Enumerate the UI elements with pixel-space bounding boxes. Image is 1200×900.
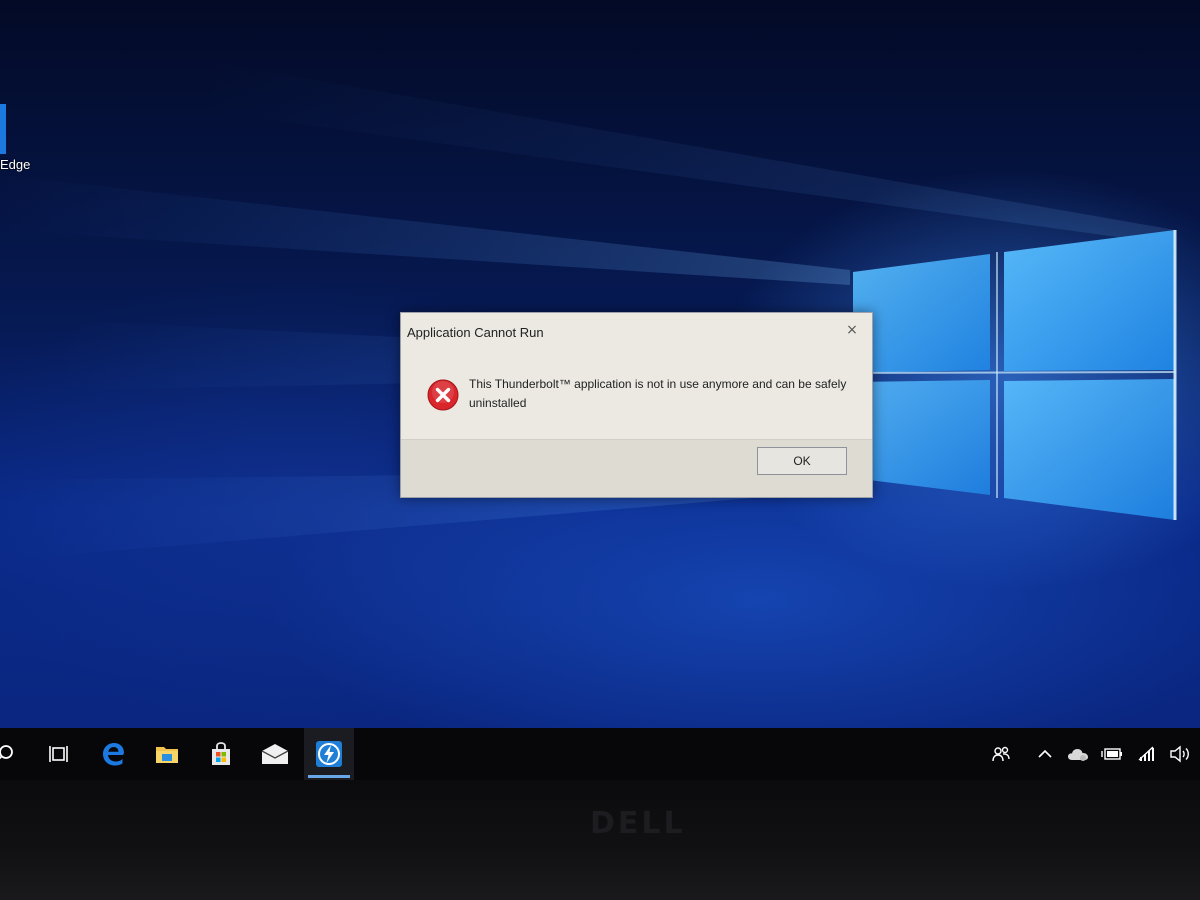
people-button[interactable] [984, 728, 1018, 780]
dialog-title: Application Cannot Run [407, 325, 544, 340]
people-icon [992, 746, 1010, 762]
screen: Edge Application Cannot Run × This Thund… [0, 0, 1200, 900]
close-button[interactable]: × [842, 320, 862, 340]
store-button[interactable] [196, 728, 246, 780]
chevron-up-icon [1038, 749, 1052, 758]
error-dialog: Application Cannot Run × This Thunderbol… [400, 312, 873, 498]
search-icon [0, 745, 13, 760]
thunderbolt-icon [316, 741, 342, 767]
ok-button[interactable]: OK [757, 447, 847, 475]
dell-logo: DELL [590, 806, 686, 841]
mail-button[interactable] [250, 728, 300, 780]
error-icon [427, 379, 459, 411]
volume-icon [1170, 745, 1189, 763]
wifi-icon [1138, 746, 1154, 761]
dialog-footer: OK [401, 439, 872, 497]
thunderbolt-taskbar-button[interactable] [304, 728, 354, 780]
laptop-bezel: DELL [0, 780, 1200, 900]
edge-taskbar-button[interactable] [88, 728, 138, 780]
network-button[interactable] [1130, 728, 1164, 780]
show-hidden-icons-button[interactable] [1028, 728, 1062, 780]
search-button[interactable] [0, 728, 30, 780]
battery-icon [1101, 748, 1122, 760]
onedrive-button[interactable] [1061, 728, 1095, 780]
taskbar [0, 728, 1200, 780]
mail-icon [261, 744, 289, 764]
task-view-icon [49, 746, 68, 762]
task-view-button[interactable] [34, 728, 84, 780]
onedrive-icon [1068, 749, 1088, 761]
power-button[interactable] [1095, 728, 1129, 780]
file-explorer-icon [156, 747, 178, 763]
edge-desktop-icon[interactable] [0, 104, 6, 154]
edge-icon [103, 743, 124, 766]
desktop: Edge Application Cannot Run × This Thund… [0, 0, 1200, 728]
file-explorer-button[interactable] [142, 728, 192, 780]
desktop-icon-label[interactable]: Edge [0, 157, 30, 172]
dialog-message: This Thunderbolt™ application is not in … [469, 377, 847, 410]
store-icon [212, 742, 230, 765]
volume-button[interactable] [1163, 728, 1197, 780]
